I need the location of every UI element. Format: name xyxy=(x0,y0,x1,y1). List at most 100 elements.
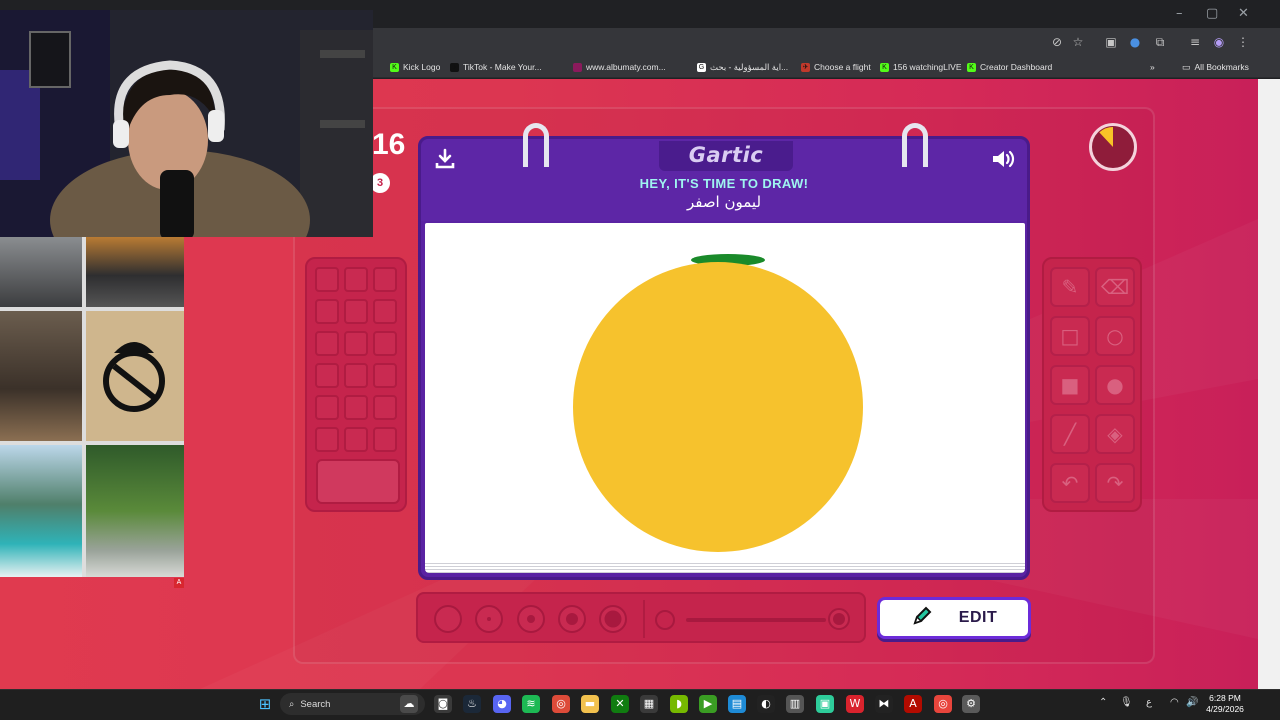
opacity-slider[interactable] xyxy=(686,618,826,622)
minimize-button[interactable]: – xyxy=(1176,6,1183,21)
opacity-slider-handle[interactable] xyxy=(828,608,850,630)
bookmark-label: TikTok - Make Your... xyxy=(463,62,542,72)
notebook-pages xyxy=(425,561,1025,573)
capcut-icon[interactable]: ◐ xyxy=(757,695,775,713)
windows-start-icon[interactable]: ⊞ xyxy=(256,695,274,713)
rectangle-fill-tool[interactable]: ■ xyxy=(1050,365,1090,405)
cloud-widget-icon[interactable]: ☁ xyxy=(400,695,418,713)
discord-icon[interactable]: ◕ xyxy=(493,695,511,713)
microphone-icon[interactable]: 🎙 xyxy=(1120,697,1133,708)
wps-icon[interactable]: W xyxy=(846,695,864,713)
redo-tool[interactable]: ↷ xyxy=(1095,463,1135,503)
close-button[interactable]: ✕ xyxy=(1238,6,1249,21)
thumbnail-real-madrid-crest[interactable] xyxy=(86,311,184,441)
spotify-icon[interactable]: ≋ xyxy=(522,695,540,713)
settings-app-icon[interactable]: ⚙ xyxy=(962,695,980,713)
palette-color-slot[interactable] xyxy=(344,363,368,388)
eraser-tool[interactable]: ⌫ xyxy=(1095,267,1135,307)
bookmark-item[interactable]: ♪ TikTok - Make Your... xyxy=(450,60,542,74)
rectangle-outline-tool[interactable]: □ xyxy=(1050,316,1090,356)
line-tool[interactable]: ╱ xyxy=(1050,414,1090,454)
steam-icon[interactable]: ♨ xyxy=(463,695,481,713)
extension-icon[interactable]: ● xyxy=(1127,34,1143,50)
store-icon[interactable]: ▦ xyxy=(640,695,658,713)
bookmark-item[interactable]: www.albumaty.com... xyxy=(573,60,666,74)
bookmark-item[interactable]: K 156 watchingLIVE xyxy=(880,60,962,74)
bookmark-star-icon[interactable]: ☆ xyxy=(1070,34,1086,50)
ad-badge-icon[interactable]: A xyxy=(174,578,184,588)
palette-color-slot[interactable] xyxy=(373,427,397,452)
palette-color-slot[interactable] xyxy=(373,331,397,356)
palette-color-slot[interactable] xyxy=(373,299,397,324)
palette-color-slot[interactable] xyxy=(315,267,339,292)
media-icon[interactable]: ▣ xyxy=(1103,34,1119,50)
file-explorer-icon[interactable]: ▬ xyxy=(581,695,599,713)
download-icon[interactable] xyxy=(433,148,457,172)
extensions-puzzle-icon[interactable]: ⧉ xyxy=(1152,34,1168,50)
brush-size-2[interactable] xyxy=(475,605,503,633)
brush-size-1[interactable] xyxy=(434,605,462,633)
input-language-indicator[interactable]: ع xyxy=(1146,697,1152,708)
thumbnail-industrial-room[interactable] xyxy=(0,311,82,441)
xbox-icon[interactable]: ✕ xyxy=(611,695,629,713)
palette-color-slot[interactable] xyxy=(315,427,339,452)
maximize-button[interactable]: ▢ xyxy=(1206,6,1218,21)
bookmark-item[interactable]: G اية المسؤولية - بحث... xyxy=(697,60,788,74)
palette-color-slot[interactable] xyxy=(315,363,339,388)
tray-overflow-icon[interactable]: ⌃ xyxy=(1099,697,1107,708)
bookmark-favicon-icon: G xyxy=(697,62,706,72)
thumbnail-bedroom-dark[interactable] xyxy=(86,237,184,307)
all-bookmarks-button[interactable]: ▭ All Bookmarks xyxy=(1182,60,1249,74)
palette-color-slot[interactable] xyxy=(315,299,339,324)
undo-tool[interactable]: ↶ xyxy=(1050,463,1090,503)
thumbnail-lake-view[interactable] xyxy=(0,445,82,577)
bookmark-item[interactable]: ✈ Choose a flight xyxy=(801,60,871,74)
brush-size-3[interactable] xyxy=(517,605,545,633)
menu-icon[interactable]: ⋮ xyxy=(1235,34,1251,50)
wifi-icon[interactable]: ◠ xyxy=(1170,697,1179,708)
palette-color-slot[interactable] xyxy=(315,395,339,420)
bookmarks-overflow-button[interactable]: » xyxy=(1150,60,1155,74)
taskbar-clock[interactable]: 6:28 PM 4/29/2026 xyxy=(1200,693,1250,715)
thumbnail-forest-bedroom[interactable] xyxy=(86,445,184,577)
tracking-off-icon[interactable]: ⊘ xyxy=(1049,34,1065,50)
pencil-icon xyxy=(911,605,933,632)
palette-color-slot[interactable] xyxy=(344,299,368,324)
volume-icon[interactable]: 🔊 xyxy=(1186,697,1198,708)
edit-button[interactable]: EDIT xyxy=(877,597,1031,639)
bookmark-item[interactable]: K Creator Dashboard xyxy=(967,60,1052,74)
selected-color-swatch[interactable] xyxy=(316,459,400,504)
notepad-icon[interactable]: ▤ xyxy=(728,695,746,713)
nvidia-icon[interactable]: ◗ xyxy=(670,695,688,713)
ellipse-outline-tool[interactable]: ○ xyxy=(1095,316,1135,356)
obs-app-icon[interactable]: ▣ xyxy=(816,695,834,713)
recycle-bin-icon[interactable]: ▥ xyxy=(786,695,804,713)
drawing-canvas[interactable] xyxy=(425,223,1025,563)
palette-color-slot[interactable] xyxy=(344,267,368,292)
brush-size-5[interactable] xyxy=(599,605,627,633)
palette-color-slot[interactable] xyxy=(315,331,339,356)
palette-color-slot[interactable] xyxy=(344,427,368,452)
palette-color-slot[interactable] xyxy=(344,331,368,356)
chrome-profile-icon[interactable]: ◎ xyxy=(934,695,952,713)
chrome-icon[interactable]: ◎ xyxy=(552,695,570,713)
camera-app-icon[interactable]: ◙ xyxy=(434,695,452,713)
thumbnail-living-room[interactable] xyxy=(0,237,82,307)
profile-avatar-icon[interactable]: ◉ xyxy=(1211,34,1227,50)
adobe-icon[interactable]: A xyxy=(904,695,922,713)
speaker-icon[interactable] xyxy=(991,148,1017,172)
media-player-icon[interactable]: ▶ xyxy=(699,695,717,713)
fill-bucket-tool[interactable]: ◈ xyxy=(1095,414,1135,454)
pencil-tool[interactable]: ✎ xyxy=(1050,267,1090,307)
reading-list-icon[interactable]: ≡ xyxy=(1187,34,1203,50)
palette-color-slot[interactable] xyxy=(373,267,397,292)
brush-size-4[interactable] xyxy=(558,605,586,633)
capcut-alt-icon[interactable]: ⧓ xyxy=(875,695,893,713)
palette-color-slot[interactable] xyxy=(373,395,397,420)
turn-headline: HEY, IT'S TIME TO DRAW! xyxy=(639,176,809,191)
bookmark-item[interactable]: K Kick Logo xyxy=(390,60,440,74)
ellipse-fill-tool[interactable]: ● xyxy=(1095,365,1135,405)
page-scrollbar[interactable] xyxy=(1258,79,1280,689)
palette-color-slot[interactable] xyxy=(373,363,397,388)
palette-color-slot[interactable] xyxy=(344,395,368,420)
